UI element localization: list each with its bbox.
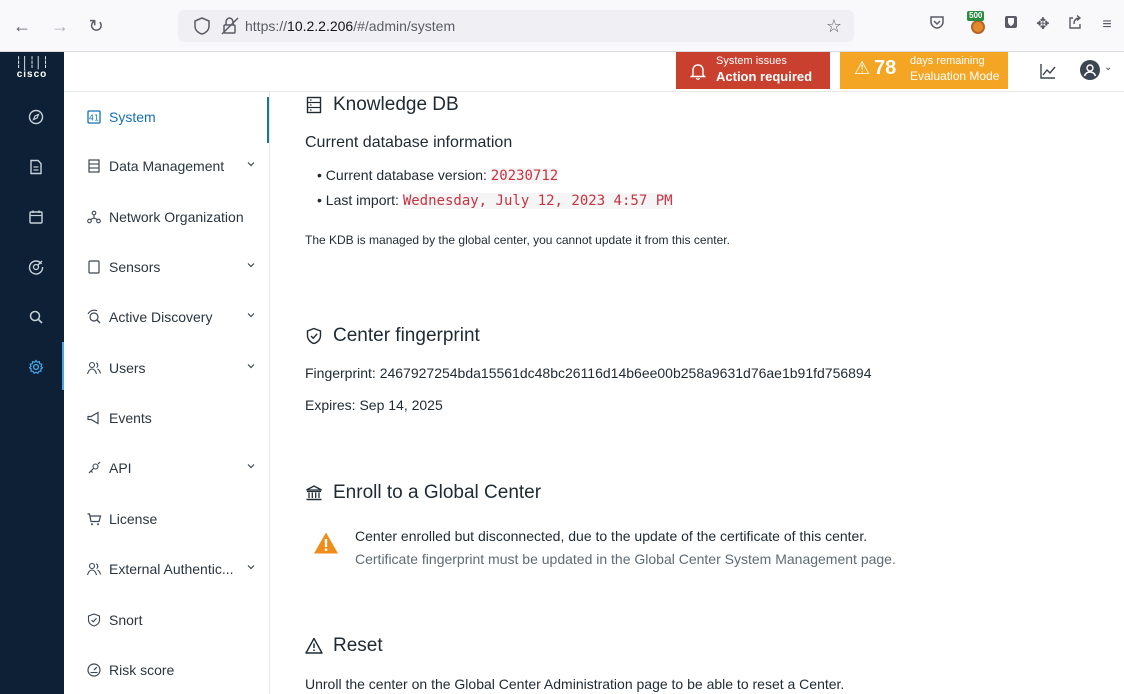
subnav-item-users[interactable]: Users <box>64 348 270 388</box>
rail-reports[interactable] <box>0 142 64 192</box>
pocket-icon[interactable] <box>926 14 948 36</box>
rail-search[interactable] <box>0 292 64 342</box>
user-avatar-icon[interactable] <box>1080 60 1100 80</box>
events-icon <box>87 411 99 425</box>
app-header: System issues Action required ⚠ 78 days … <box>64 52 1124 92</box>
kdb-version-item: • Current database version: 20230712 <box>317 167 559 184</box>
kdb-import-value: Wednesday, July 12, 2023 4:57 PM <box>402 193 673 209</box>
rail-explore[interactable] <box>0 92 64 142</box>
subnav-item-external-authentication[interactable]: External Authentic... <box>64 549 270 589</box>
app-rail: ┆│┆│┆ cisco <box>0 52 64 694</box>
risk-score-icon <box>87 663 101 677</box>
kdb-subtitle: Current database information <box>305 134 513 151</box>
cookie-extension-icon[interactable]: 500 <box>967 11 988 37</box>
enroll-detail: Certificate fingerprint must be updated … <box>355 551 896 567</box>
subnav-item-active-discovery[interactable]: Active Discovery <box>64 297 270 337</box>
rail-calendar[interactable] <box>0 192 64 242</box>
network-icon <box>87 210 101 224</box>
back-arrow-icon[interactable]: ← <box>10 14 34 38</box>
calendar-icon <box>29 210 43 224</box>
cisco-logo: ┆│┆│┆ cisco <box>15 57 49 81</box>
kdb-note: The KDB is managed by the global center,… <box>305 233 730 247</box>
reset-message: Unroll the center on the Global Center A… <box>305 676 845 692</box>
bell-icon <box>690 64 706 80</box>
subnav-item-sensors[interactable]: Sensors <box>64 247 270 287</box>
url-text: https://10.2.2.206/#/admin/system <box>245 18 456 34</box>
forward-arrow-icon[interactable]: → <box>48 14 72 38</box>
subnav-item-license[interactable]: License <box>64 499 270 539</box>
svg-text:41: 41 <box>89 114 99 123</box>
admin-subnav: 41 System Data Management Network Organi… <box>64 92 270 694</box>
report-icon <box>30 159 42 175</box>
database-icon <box>306 96 322 114</box>
external-auth-icon <box>86 562 102 576</box>
system-icon: 41 <box>87 110 101 124</box>
enroll-message: Center enrolled but disconnected, due to… <box>355 528 868 544</box>
users-icon <box>86 361 102 375</box>
chevron-down-icon <box>247 565 255 570</box>
chevron-down-icon <box>247 313 255 318</box>
rail-threats[interactable] <box>0 242 64 292</box>
kdb-import-item: • Last import: Wednesday, July 12, 2023 … <box>317 192 673 209</box>
gear-icon <box>28 359 44 375</box>
address-bar[interactable]: https://10.2.2.206/#/admin/system ☆ <box>178 10 854 42</box>
discovery-icon <box>87 309 101 324</box>
subnav-item-data-management[interactable]: Data Management <box>64 146 270 186</box>
search-icon <box>29 310 43 324</box>
system-issues-alert[interactable]: System issues Action required <box>676 52 830 89</box>
subnav-item-network-organization[interactable]: Network Organization <box>64 197 270 237</box>
extensions-move-icon[interactable]: ✥ <box>1032 14 1054 36</box>
fingerprint-expires: Expires: Sep 14, 2025 <box>305 397 443 413</box>
warning-outline-icon <box>305 637 323 654</box>
menu-hamburger-icon[interactable]: ≡ <box>1096 14 1118 36</box>
bitwarden-icon[interactable] <box>1000 14 1022 36</box>
database-icon <box>88 159 100 173</box>
rail-admin[interactable] <box>0 342 64 392</box>
subnav-item-snort[interactable]: Snort <box>64 600 270 640</box>
fingerprint-value: Fingerprint: 2467927254bda15561dc48bc261… <box>305 365 872 381</box>
subnav-item-system[interactable]: 41 System <box>64 97 270 143</box>
license-icon <box>87 513 102 526</box>
subnav-item-events[interactable]: Events <box>64 398 270 438</box>
compass-icon <box>28 109 44 125</box>
chevron-down-icon <box>247 464 255 469</box>
evaluation-mode-alert[interactable]: ⚠ 78 days remaining Evaluation Mode <box>840 52 1008 89</box>
warning-icon <box>314 532 338 554</box>
kdb-version-value: 20230712 <box>490 168 559 184</box>
api-icon <box>88 461 101 474</box>
bank-icon <box>306 485 322 501</box>
subnav-item-risk-score[interactable]: Risk score <box>64 650 270 690</box>
chevron-down-icon <box>247 263 255 268</box>
line-chart-icon[interactable] <box>1039 62 1057 80</box>
bookmark-star-icon[interactable]: ☆ <box>826 16 842 37</box>
snort-icon <box>87 613 101 627</box>
reload-icon[interactable]: ↻ <box>84 14 108 38</box>
insecure-lock-icon[interactable] <box>220 16 240 36</box>
target-icon <box>28 260 44 275</box>
chevron-down-icon <box>247 364 255 369</box>
warning-triangle-icon: ⚠ <box>854 58 871 78</box>
tracking-shield-icon[interactable] <box>193 17 211 35</box>
user-menu-chevron-icon[interactable]: ⌄ <box>1104 62 1112 73</box>
share-icon[interactable] <box>1064 14 1086 36</box>
subnav-item-api[interactable]: API <box>64 448 270 488</box>
shield-check-icon <box>306 327 322 345</box>
browser-toolbar: ← → ↻ https://10.2.2.206/#/admin/system … <box>0 0 1124 52</box>
sensor-icon <box>88 260 100 274</box>
chevron-down-icon <box>247 162 255 167</box>
